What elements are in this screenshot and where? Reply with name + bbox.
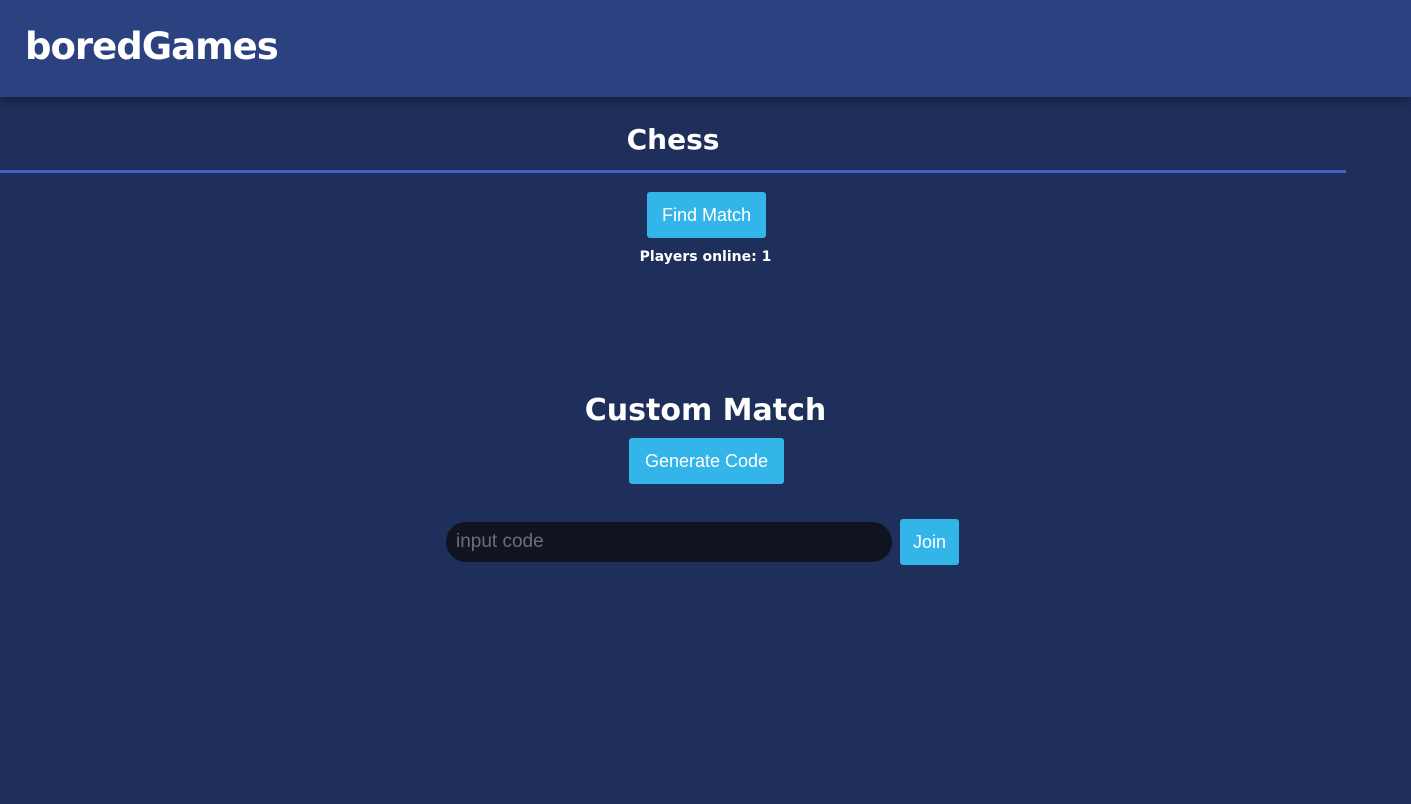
custom-match-heading: Custom Match xyxy=(584,393,827,428)
join-button[interactable]: Join xyxy=(900,519,959,565)
find-match-button[interactable]: Find Match xyxy=(647,192,766,238)
top-navbar: boredGames xyxy=(0,0,1411,97)
title-divider xyxy=(0,170,1346,173)
match-code-input[interactable] xyxy=(446,522,892,562)
game-title: Chess xyxy=(626,123,720,156)
players-online-count: Players online: 1 xyxy=(639,249,772,265)
app-logo[interactable]: boredGames xyxy=(25,22,279,72)
generate-code-button[interactable]: Generate Code xyxy=(629,438,784,484)
